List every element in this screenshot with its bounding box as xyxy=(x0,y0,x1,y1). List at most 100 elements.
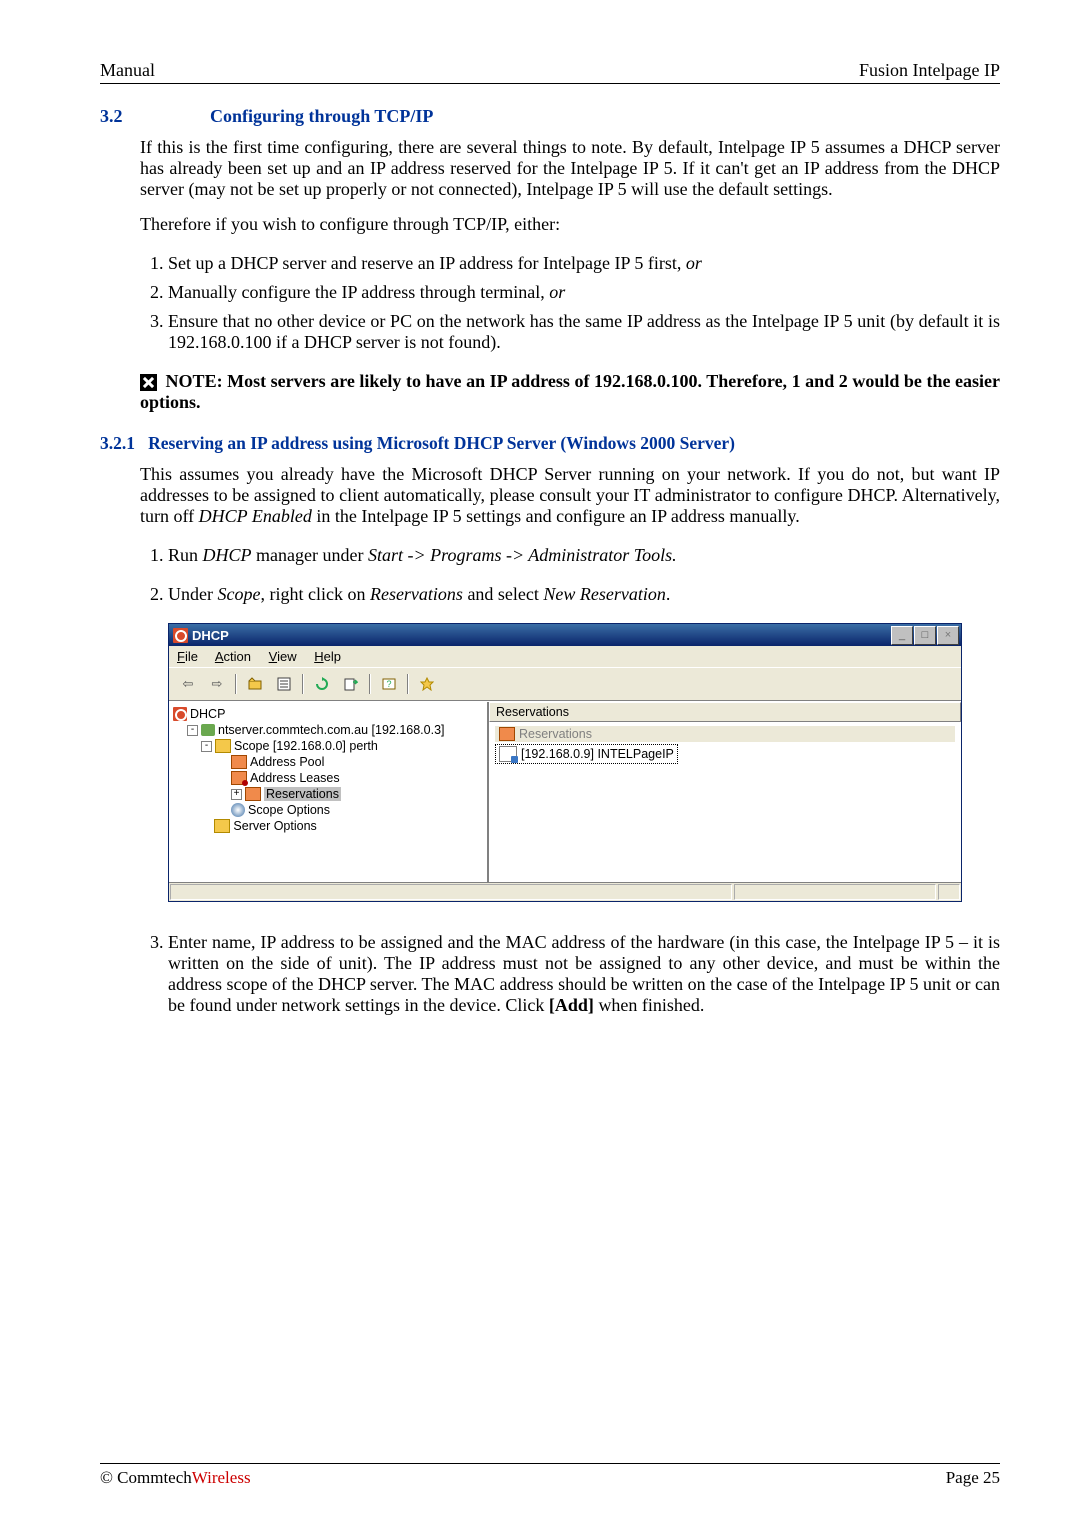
status-cell-3 xyxy=(938,884,960,900)
s2d: Reservations xyxy=(370,584,463,604)
tree-scope-options[interactable]: Scope Options xyxy=(231,802,483,818)
sec32-p1: If this is the first time configuring, t… xyxy=(140,137,1000,200)
list-row-item[interactable]: [192.168.0.9] INTELPageIP xyxy=(495,744,678,764)
tree-pane[interactable]: DHCP - ntserver.commtech.com.au [192.168… xyxy=(169,702,489,882)
tree-server[interactable]: - ntserver.commtech.com.au [192.168.0.3] xyxy=(187,722,483,738)
toolbar-separator-4 xyxy=(407,674,409,694)
dhcp-root-icon xyxy=(173,707,187,721)
reservations-icon xyxy=(245,787,261,801)
p1i: DHCP Enabled xyxy=(199,506,312,526)
s2c: , right click on xyxy=(260,584,369,604)
sec32-p2: Therefore if you wish to configure throu… xyxy=(140,214,1000,235)
tree-root[interactable]: DHCP xyxy=(173,706,483,722)
steps-list-continued: Enter name, IP address to be assigned an… xyxy=(140,932,1000,1016)
dhcp-app-icon xyxy=(173,628,188,643)
status-cell-2 xyxy=(734,884,936,900)
menu-view[interactable]: View xyxy=(269,649,297,664)
expand-icon-3[interactable]: + xyxy=(231,789,242,800)
svg-text:?: ? xyxy=(386,679,391,689)
menu-action[interactable]: Action xyxy=(215,649,251,664)
tree-res-label: Reservations xyxy=(264,787,341,801)
toolbar: ⇦ ⇨ ? xyxy=(169,667,961,701)
step3: Enter name, IP address to be assigned an… xyxy=(168,932,1000,1016)
toolbar-separator-2 xyxy=(302,674,304,694)
note-icon xyxy=(140,374,157,391)
tree-scope[interactable]: - Scope [192.168.0.0] perth xyxy=(201,738,483,754)
forward-button[interactable]: ⇨ xyxy=(204,672,230,696)
dhcp-window: DHCP _ □ × File Action View Help ⇦ ⇨ xyxy=(168,623,962,902)
list-row-category[interactable]: Reservations xyxy=(495,726,955,742)
content-panes: DHCP - ntserver.commtech.com.au [192.168… xyxy=(169,701,961,882)
note-text: NOTE: Most servers are likely to have an… xyxy=(140,371,1000,412)
li1-or: or xyxy=(686,253,702,273)
tree-leases-label: Address Leases xyxy=(250,771,340,785)
export-button[interactable] xyxy=(338,672,364,696)
sec32-li2: Manually configure the IP address throug… xyxy=(168,282,1000,303)
header-right: Fusion Intelpage IP xyxy=(859,60,1000,81)
row-item-label: [192.168.0.9] INTELPageIP xyxy=(521,747,674,761)
tree-scope-label: Scope [192.168.0.0] perth xyxy=(234,739,378,753)
list-pane: Reservations Reservations [192.168.0.9] … xyxy=(489,702,961,882)
steps-list: Run DHCP manager under Start -> Programs… xyxy=(140,545,1000,605)
list-body[interactable]: Reservations [192.168.0.9] INTELPageIP xyxy=(489,722,961,882)
menu-help[interactable]: Help xyxy=(314,649,341,664)
minimize-button[interactable]: _ xyxy=(891,626,913,645)
s1c: manager under xyxy=(252,545,368,565)
column-header-reservations[interactable]: Reservations xyxy=(489,702,961,722)
scope-options-icon xyxy=(231,803,245,817)
sec32-li3: Ensure that no other device or PC on the… xyxy=(168,311,1000,353)
action-button[interactable] xyxy=(414,672,440,696)
titlebar-left: DHCP xyxy=(173,628,229,643)
li1-text: Set up a DHCP server and reserve an IP a… xyxy=(168,253,686,273)
folder-icon xyxy=(215,739,231,753)
section-3-2-heading: 3.2Configuring through TCP/IP xyxy=(100,106,1000,127)
refresh-button[interactable] xyxy=(309,672,335,696)
menu-file[interactable]: File xyxy=(177,649,198,664)
tree-reservations[interactable]: + Reservations xyxy=(231,786,483,802)
page-header: Manual Fusion Intelpage IP xyxy=(100,60,1000,84)
sec32-list: Set up a DHCP server and reserve an IP a… xyxy=(140,253,1000,353)
pool-icon xyxy=(231,755,247,769)
s1b: DHCP xyxy=(203,545,252,565)
footer-page: Page 25 xyxy=(946,1468,1000,1488)
sec32-li1: Set up a DHCP server and reserve an IP a… xyxy=(168,253,1000,274)
s2e: and select xyxy=(463,584,543,604)
subsec-num: 3.2.1 xyxy=(100,433,135,453)
help-button[interactable]: ? xyxy=(376,672,402,696)
back-button[interactable]: ⇦ xyxy=(175,672,201,696)
s2f: New Reservation xyxy=(543,584,665,604)
sec-title: Configuring through TCP/IP xyxy=(210,106,433,126)
server-options-icon xyxy=(214,819,230,833)
properties-button[interactable] xyxy=(271,672,297,696)
note-block: NOTE: Most servers are likely to have an… xyxy=(140,371,1000,413)
s2g: . xyxy=(666,584,671,604)
tree-server-options[interactable]: Server Options xyxy=(201,818,483,834)
s2a: Under xyxy=(168,584,217,604)
tree-sropt-label: Server Options xyxy=(233,819,316,833)
expand-icon-2[interactable]: - xyxy=(201,741,212,752)
li2-or: or xyxy=(549,282,565,302)
server-icon xyxy=(201,724,215,736)
title-text: DHCP xyxy=(192,628,229,643)
row-reservations-icon xyxy=(499,727,515,741)
tree-pool-label: Address Pool xyxy=(250,755,324,769)
step2: Under Scope, right click on Reservations… xyxy=(168,584,1000,605)
expand-icon[interactable]: - xyxy=(187,725,198,736)
s1a: Run xyxy=(168,545,203,565)
leases-icon xyxy=(231,771,247,785)
li2-text: Manually configure the IP address throug… xyxy=(168,282,549,302)
up-folder-button[interactable] xyxy=(242,672,268,696)
tree-address-leases[interactable]: Address Leases xyxy=(231,770,483,786)
tree-server-label: ntserver.commtech.com.au [192.168.0.3] xyxy=(218,723,445,737)
maximize-button[interactable]: □ xyxy=(914,626,936,645)
header-left: Manual xyxy=(100,60,155,81)
footer-brand: Wireless xyxy=(192,1468,251,1487)
statusbar xyxy=(169,882,961,901)
sec321-p1: This assumes you already have the Micros… xyxy=(140,464,1000,527)
s3c: when finished. xyxy=(594,995,704,1015)
toolbar-separator xyxy=(235,674,237,694)
close-button[interactable]: × xyxy=(937,626,959,645)
window-buttons: _ □ × xyxy=(891,626,959,645)
tree-address-pool[interactable]: Address Pool xyxy=(231,754,483,770)
titlebar[interactable]: DHCP _ □ × xyxy=(169,624,961,646)
